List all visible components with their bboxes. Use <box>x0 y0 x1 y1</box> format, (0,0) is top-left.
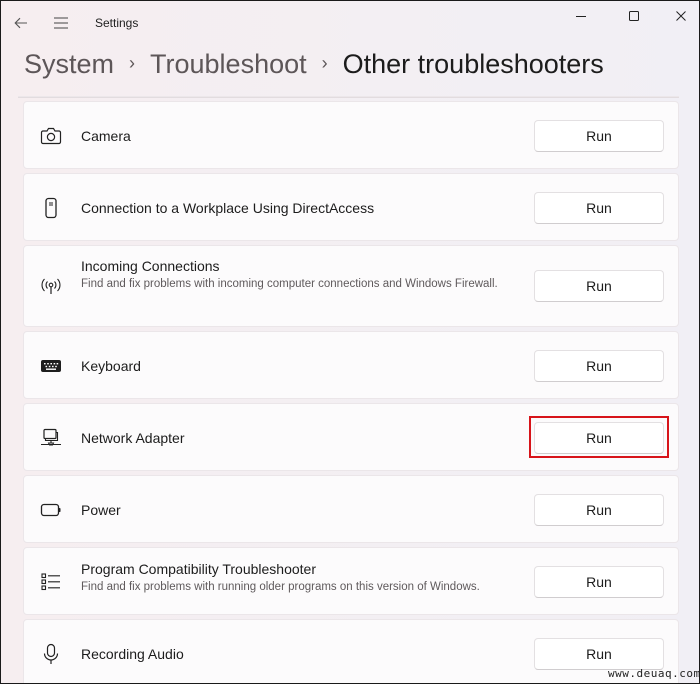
troubleshooter-title: Network Adapter <box>81 430 185 446</box>
title-bar: Settings <box>1 1 699 45</box>
run-program-compatibility-button[interactable]: Run <box>534 566 664 598</box>
settings-window: Settings System › Troubleshoot › Other t… <box>1 1 699 683</box>
scrolled-card-edge <box>18 96 679 98</box>
troubleshooter-description: Find and fix problems with running older… <box>81 581 480 593</box>
breadcrumb-system[interactable]: System <box>24 49 114 80</box>
troubleshooter-title: Camera <box>81 128 131 144</box>
troubleshooter-incoming-connections: Incoming Connections Find and fix proble… <box>23 245 679 327</box>
network-computer-icon <box>40 427 62 449</box>
troubleshooter-camera: Camera Run <box>23 101 679 169</box>
camera-icon <box>40 125 62 147</box>
microphone-icon <box>40 643 62 665</box>
minimize-button[interactable] <box>561 5 601 27</box>
back-button[interactable] <box>11 13 31 33</box>
hamburger-menu-icon <box>54 17 68 29</box>
run-incoming-connections-button[interactable]: Run <box>534 270 664 302</box>
troubleshooter-title: Connection to a Workplace Using DirectAc… <box>81 200 375 216</box>
troubleshooter-title: Keyboard <box>81 358 141 374</box>
navigation-menu-button[interactable] <box>51 13 71 33</box>
antenna-icon <box>40 276 62 298</box>
close-button[interactable] <box>661 5 699 27</box>
maximize-icon <box>629 11 639 21</box>
troubleshooter-title: Program Compatibility Troubleshooter <box>81 561 316 577</box>
keyboard-icon <box>40 355 62 377</box>
run-network-adapter-button[interactable]: Run <box>534 422 664 454</box>
run-camera-button[interactable]: Run <box>534 120 664 152</box>
troubleshooter-power: Power Run <box>23 475 679 543</box>
run-keyboard-button[interactable]: Run <box>534 350 664 382</box>
battery-icon <box>40 499 62 521</box>
troubleshooter-title: Power <box>81 502 121 518</box>
breadcrumb: System › Troubleshoot › Other troublesho… <box>24 44 604 84</box>
troubleshooter-keyboard: Keyboard Run <box>23 331 679 399</box>
troubleshooter-title: Incoming Connections <box>81 258 220 274</box>
maximize-button[interactable] <box>614 5 654 27</box>
run-recording-audio-button[interactable]: Run <box>534 638 664 670</box>
watermark-text: www.deuaq.com <box>608 667 699 680</box>
troubleshooter-title: Recording Audio <box>81 646 184 662</box>
run-power-button[interactable]: Run <box>534 494 664 526</box>
troubleshooter-list: Camera Run Connection to a Workplace Usi… <box>23 101 679 683</box>
device-phone-icon <box>40 197 62 219</box>
minimize-icon <box>576 16 586 17</box>
troubleshooter-directaccess: Connection to a Workplace Using DirectAc… <box>23 173 679 241</box>
back-arrow-icon <box>14 17 27 29</box>
breadcrumb-troubleshoot[interactable]: Troubleshoot <box>150 49 307 80</box>
close-icon <box>676 11 686 21</box>
app-title: Settings <box>95 16 139 30</box>
list-icon <box>40 571 62 593</box>
breadcrumb-separator: › <box>129 52 136 73</box>
breadcrumb-separator: › <box>321 52 328 73</box>
run-directaccess-button[interactable]: Run <box>534 192 664 224</box>
troubleshooter-program-compatibility: Program Compatibility Troubleshooter Fin… <box>23 547 679 615</box>
troubleshooter-description: Find and fix problems with incoming comp… <box>81 278 498 290</box>
troubleshooter-network-adapter: Network Adapter Run <box>23 403 679 471</box>
page-title: Other troubleshooters <box>342 48 604 79</box>
troubleshooter-recording-audio: Recording Audio Run <box>23 619 679 683</box>
